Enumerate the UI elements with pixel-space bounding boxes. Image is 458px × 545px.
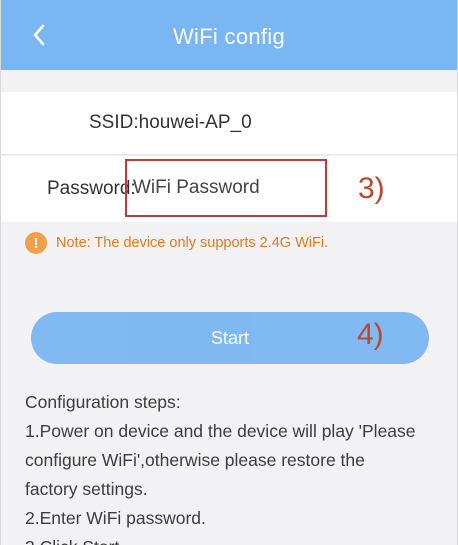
header-bar: WiFi config xyxy=(1,0,457,70)
configuration-steps: Configuration steps: 1.Power on device a… xyxy=(25,388,445,545)
ssid-text: SSID:houwei-AP_0 xyxy=(89,112,252,133)
wifi-config-screen: WiFi config SSID:houwei-AP_0 Password: 3… xyxy=(0,0,458,545)
steps-line: 3.Click Start. xyxy=(25,533,445,545)
page-title: WiFi config xyxy=(172,24,286,49)
note-text: Note: The device only supports 2.4G WiFi… xyxy=(56,235,329,251)
steps-line: 2.Enter WiFi password. xyxy=(25,508,206,528)
annotation-step-3: 3) xyxy=(358,172,385,205)
warning-icon: ! xyxy=(25,232,47,254)
steps-line: configure WiFi',otherwise please restore… xyxy=(25,450,365,470)
password-input[interactable] xyxy=(133,169,313,207)
steps-line: 1.Power on device and the device will pl… xyxy=(25,421,416,441)
password-row: Password: xyxy=(1,156,457,222)
annotation-step-4: 4) xyxy=(357,318,384,351)
password-label: Password: xyxy=(47,178,136,199)
start-button-label: Start xyxy=(210,327,249,348)
ssid-row: SSID:houwei-AP_0 xyxy=(1,92,457,155)
steps-line: factory settings. xyxy=(25,479,148,499)
note-banner: ! Note: The device only supports 2.4G Wi… xyxy=(25,232,328,254)
steps-heading: Configuration steps: xyxy=(25,392,181,412)
